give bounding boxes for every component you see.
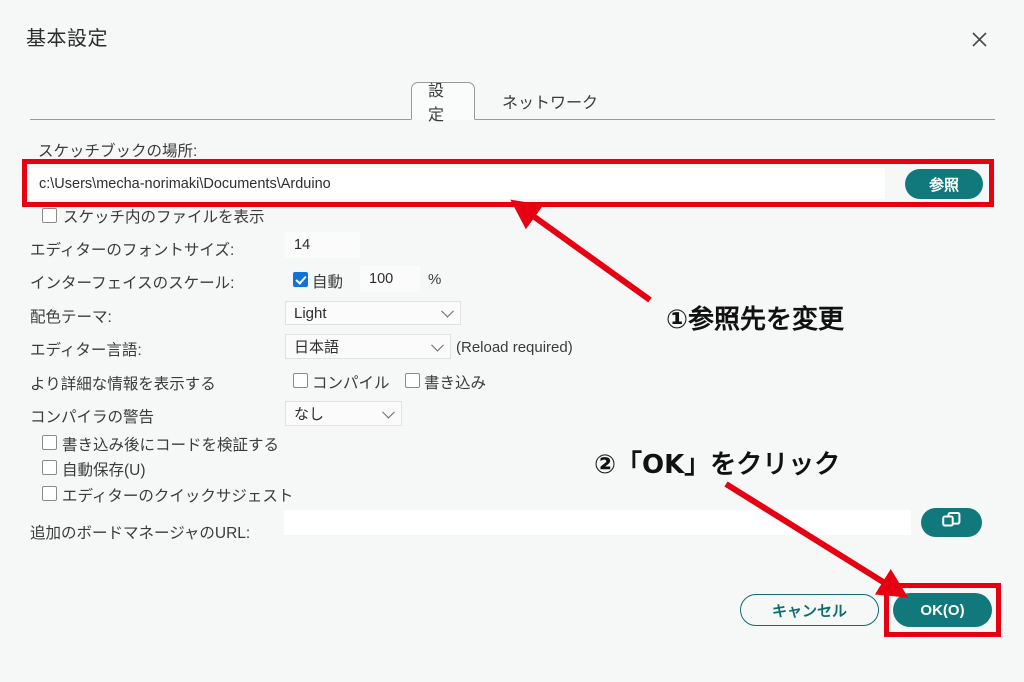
- editor-font-size-label: エディターのフォントサイズ:: [30, 242, 235, 259]
- editor-language-label: エディター言語:: [30, 342, 142, 359]
- verbose-compile-label: コンパイル: [312, 375, 390, 392]
- quick-suggest-label: エディターのクイックサジェスト: [62, 488, 294, 505]
- show-files-in-sketch-label: スケッチ内のファイルを表示: [63, 209, 265, 226]
- color-theme-value: Light: [294, 304, 327, 322]
- interface-scale-label: インターフェイスのスケール:: [30, 275, 235, 292]
- browse-button[interactable]: 参照: [905, 169, 983, 199]
- annotation-label-2: ②「OK」をクリック: [594, 450, 841, 480]
- tab-settings[interactable]: 設定: [411, 82, 475, 124]
- verify-after-upload-checkbox[interactable]: [42, 435, 57, 450]
- interface-scale-auto-label: 自動: [312, 274, 344, 291]
- chevron-down-icon: [431, 338, 444, 352]
- compiler-warnings-value: なし: [294, 406, 325, 423]
- annotation-label-1: ①参照先を変更: [666, 305, 845, 335]
- sketchbook-location-label: スケッチブックの場所:: [38, 143, 198, 160]
- color-theme-label: 配色テーマ:: [30, 309, 112, 326]
- verbose-compile-checkbox[interactable]: [293, 373, 308, 388]
- board-manager-urls-input[interactable]: [284, 510, 911, 535]
- auto-save-label: 自動保存(U): [62, 462, 146, 479]
- compiler-warnings-label: コンパイラの警告: [30, 409, 155, 426]
- settings-form: スケッチブックの場所: c:\Users\mecha-norimaki\Docu…: [0, 0, 1024, 682]
- editor-language-select[interactable]: 日本語: [285, 334, 451, 359]
- interface-scale-auto-checkbox[interactable]: [293, 272, 308, 287]
- show-files-in-sketch-checkbox[interactable]: [42, 208, 57, 223]
- board-manager-urls-edit-button[interactable]: [921, 508, 982, 537]
- interface-scale-unit: %: [428, 271, 442, 288]
- verbose-upload-checkbox[interactable]: [405, 373, 420, 388]
- windows-copy-icon: [942, 512, 961, 533]
- board-manager-urls-label: 追加のボードマネージャのURL:: [30, 525, 251, 542]
- chevron-down-icon: [441, 304, 454, 318]
- verbose-upload-label: 書き込み: [424, 375, 487, 392]
- quick-suggest-checkbox[interactable]: [42, 486, 57, 501]
- editor-language-value: 日本語: [294, 339, 340, 356]
- editor-language-note: (Reload required): [456, 339, 573, 356]
- color-theme-select[interactable]: Light: [285, 301, 461, 325]
- compiler-warnings-select[interactable]: なし: [285, 401, 402, 426]
- editor-font-size-input[interactable]: 14: [285, 232, 360, 258]
- interface-scale-input[interactable]: 100: [360, 266, 420, 292]
- verify-after-upload-label: 書き込み後にコードを検証する: [62, 437, 280, 454]
- preferences-dialog: 基本設定 設定 ネットワーク スケッチブックの場所: c:\Users\mech…: [0, 0, 1024, 682]
- cancel-button[interactable]: キャンセル: [740, 594, 879, 626]
- ok-button[interactable]: OK(O): [893, 593, 992, 627]
- auto-save-checkbox[interactable]: [42, 460, 57, 475]
- chevron-down-icon: [382, 405, 395, 419]
- sketchbook-location-input[interactable]: c:\Users\mecha-norimaki\Documents\Arduin…: [30, 168, 885, 199]
- verbose-output-label: より詳細な情報を表示する: [30, 376, 216, 393]
